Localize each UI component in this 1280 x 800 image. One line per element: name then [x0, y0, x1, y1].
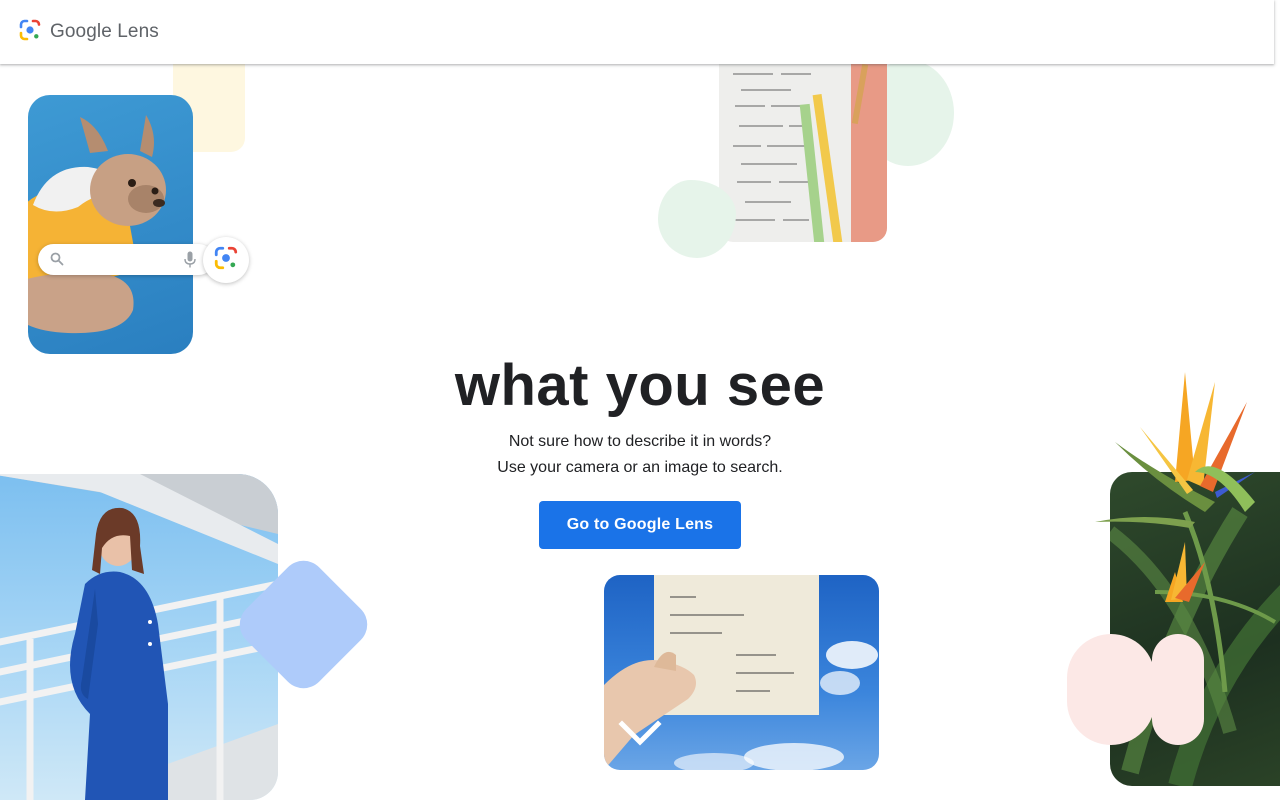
- google-lens-logo-icon: [18, 18, 42, 47]
- page: Google Lens what you see Not sure how to…: [0, 0, 1280, 800]
- woman-photo-card: [0, 474, 278, 800]
- math-notebook-illustration: [733, 64, 887, 242]
- logo-google-text: Google: [50, 21, 112, 42]
- search-icon: [50, 252, 64, 271]
- bird-of-paradise-flower-illustration: [1075, 362, 1280, 693]
- chevron-down-icon[interactable]: [618, 718, 662, 748]
- microphone-icon: [184, 251, 196, 273]
- dog-photo-card: [28, 95, 193, 354]
- lens-button-illustration: [203, 237, 249, 283]
- dog-illustration: [28, 115, 166, 334]
- math-notebook-photo-card: [719, 64, 887, 242]
- top-bar: Google Lens: [0, 0, 1274, 64]
- decorative-green-blob: [658, 180, 736, 258]
- google-lens-logo[interactable]: Google Lens: [18, 18, 159, 47]
- search-bar-illustration: [38, 244, 214, 275]
- go-to-google-lens-button[interactable]: Go to Google Lens: [539, 501, 741, 549]
- logo-wordmark: Google Lens: [50, 21, 159, 43]
- google-lens-icon: [213, 245, 239, 276]
- logo-lens-text: Lens: [117, 21, 159, 42]
- woman-illustration: [0, 474, 278, 800]
